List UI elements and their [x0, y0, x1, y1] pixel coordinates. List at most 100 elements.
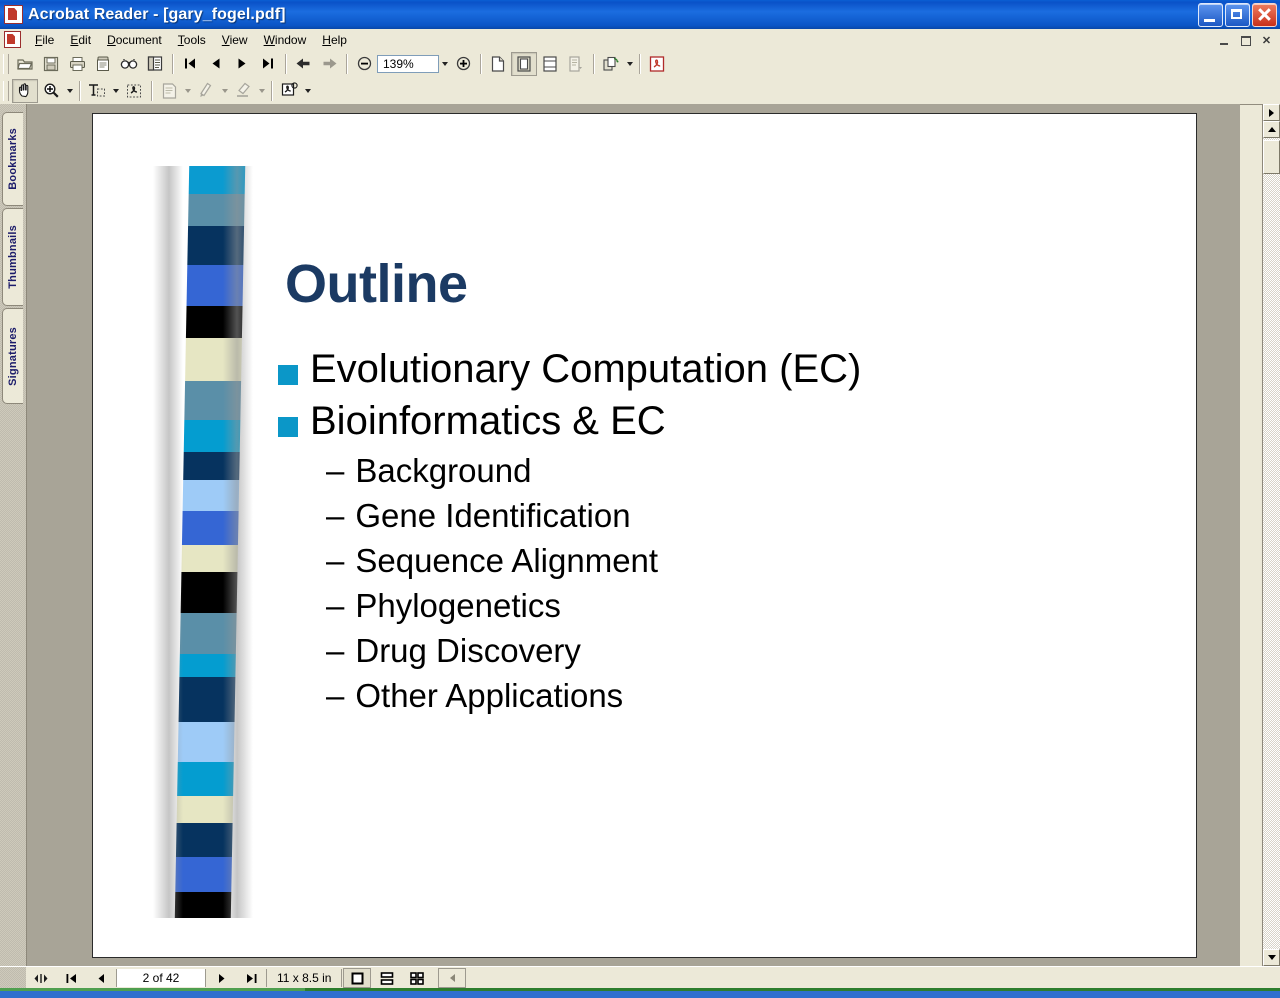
search-icon[interactable] — [116, 52, 142, 76]
continuous-facing-icon[interactable] — [403, 968, 432, 988]
pencil-dropdown-arrow[interactable] — [219, 80, 230, 102]
mdi-close-button[interactable]: ✕ — [1257, 31, 1276, 49]
sub-bullet-text: Phylogenetics — [355, 587, 561, 624]
toolbar-separator — [593, 53, 594, 74]
go-forward-icon[interactable] — [316, 52, 342, 76]
email-icon[interactable] — [90, 52, 116, 76]
zoom-out-icon[interactable] — [351, 52, 377, 76]
menu-view[interactable]: View — [214, 31, 256, 49]
sidebar-tab-thumbnails-label: Thumbnails — [7, 225, 19, 289]
stamp-dropdown-arrow[interactable] — [302, 80, 313, 102]
status-last-page-button[interactable] — [237, 968, 265, 988]
rotate-dropdown-arrow[interactable] — [624, 53, 635, 75]
scrollbar-thumb[interactable] — [1263, 140, 1280, 174]
sidebar-tab-thumbnails[interactable]: Thumbnails — [2, 208, 23, 306]
sidebar-tab-signatures[interactable]: Signatures — [2, 308, 23, 404]
vertical-scrollbar[interactable] — [1262, 104, 1280, 966]
status-previous-page-button[interactable] — [87, 968, 115, 988]
mdi-window-controls: ✕ — [1215, 31, 1276, 49]
toolbar-separator — [151, 80, 152, 101]
sidebar-tab-bookmarks[interactable]: Bookmarks — [2, 112, 23, 206]
note-tool-icon[interactable] — [156, 79, 182, 103]
zoom-in-icon[interactable] — [450, 52, 476, 76]
toolbar-separator — [346, 53, 347, 74]
menu-edit[interactable]: Edit — [62, 31, 99, 49]
maximize-restore-button[interactable] — [1225, 3, 1250, 27]
scroll-up-button[interactable] — [1263, 121, 1280, 138]
title-bar: Acrobat Reader - [gary_fogel.pdf] — [0, 0, 1280, 29]
tools-toolbar — [0, 77, 1280, 105]
continuous-icon[interactable] — [373, 968, 402, 988]
minimize-button[interactable] — [1198, 3, 1223, 27]
print-icon[interactable] — [64, 52, 90, 76]
mdi-restore-button[interactable] — [1236, 31, 1255, 49]
text-select-icon[interactable] — [84, 79, 110, 103]
previous-page-icon[interactable] — [203, 52, 229, 76]
scroll-right-button[interactable] — [1263, 104, 1280, 121]
first-page-icon[interactable] — [177, 52, 203, 76]
hand-tool-icon[interactable] — [12, 78, 38, 103]
document-icon[interactable] — [4, 31, 21, 48]
sub-bullet-text: Sequence Alignment — [355, 542, 659, 579]
highlight-dropdown-arrow[interactable] — [256, 80, 267, 102]
toolbar-separator — [285, 53, 286, 74]
note-dropdown-arrow[interactable] — [182, 80, 193, 102]
open-icon[interactable] — [12, 52, 38, 76]
list-item: – Sequence Alignment — [326, 542, 1158, 580]
window-title: Acrobat Reader - [gary_fogel.pdf] — [28, 5, 286, 23]
single-page-icon[interactable] — [343, 968, 372, 988]
stamp-tool-icon[interactable] — [276, 79, 302, 103]
mdi-minimize-button[interactable] — [1215, 31, 1234, 49]
next-page-icon[interactable] — [229, 52, 255, 76]
save-icon[interactable] — [38, 52, 64, 76]
menu-window[interactable]: Window — [256, 31, 315, 49]
go-back-icon[interactable] — [290, 52, 316, 76]
split-pane-toggle-button[interactable] — [27, 968, 55, 988]
toolbar-separator — [172, 53, 173, 74]
show-hide-navpane-icon[interactable] — [142, 52, 168, 76]
taskbar-start-segment — [0, 988, 305, 991]
acrobat-reader-window: Acrobat Reader - [gary_fogel.pdf] File E… — [0, 0, 1280, 998]
chevron-down-icon — [1267, 955, 1276, 960]
zoom-dropdown-arrow[interactable] — [439, 53, 450, 75]
page-number-field[interactable]: 2 of 42 — [116, 969, 206, 987]
highlight-tool-icon[interactable] — [230, 79, 256, 103]
navigation-pane-rail: Bookmarks Thumbnails Signatures — [0, 104, 27, 966]
zoom-level-input[interactable]: 139% — [377, 54, 439, 73]
dash-bullet-icon: – — [326, 632, 345, 669]
reflow-icon[interactable] — [563, 52, 589, 76]
acrobat-icon — [4, 5, 23, 24]
fit-width-icon[interactable] — [537, 52, 563, 76]
rotate-view-icon[interactable] — [598, 52, 624, 76]
actual-size-icon[interactable] — [485, 52, 511, 76]
page-title: Outline — [285, 254, 468, 314]
scroll-down-button[interactable] — [1263, 949, 1280, 966]
status-first-page-button[interactable] — [57, 968, 85, 988]
window-controls — [1198, 3, 1277, 27]
toolbar-grip[interactable] — [3, 80, 9, 101]
dash-bullet-icon: – — [326, 452, 345, 489]
zoom-tool-dropdown-arrow[interactable] — [64, 80, 75, 102]
menu-tools[interactable]: Tools — [170, 31, 214, 49]
status-scroll-left-button[interactable] — [438, 968, 467, 988]
status-next-page-button[interactable] — [207, 968, 235, 988]
menu-file[interactable]: File — [27, 31, 62, 49]
snapshot-icon[interactable] — [121, 79, 147, 103]
close-button[interactable] — [1252, 3, 1277, 27]
toolbar-grip[interactable] — [3, 53, 9, 74]
zoom-tool-icon[interactable] — [38, 79, 64, 103]
menu-bar: File Edit Document Tools View Window Hel… — [0, 29, 1280, 51]
list-item: – Phylogenetics — [326, 587, 1158, 625]
chevron-right-icon — [1269, 108, 1274, 117]
document-view[interactable]: Outline Evolutionary Computation (EC) Bi… — [27, 104, 1240, 966]
list-item: Bioinformatics & EC — [278, 400, 1158, 442]
acrobat-online-icon[interactable] — [644, 52, 670, 76]
fit-page-icon[interactable] — [511, 51, 537, 76]
list-item: – Background — [326, 452, 1158, 490]
menu-help[interactable]: Help — [314, 31, 355, 49]
last-page-icon[interactable] — [255, 52, 281, 76]
toolbar-separator — [79, 80, 80, 101]
text-select-dropdown-arrow[interactable] — [110, 80, 121, 102]
pencil-tool-icon[interactable] — [193, 79, 219, 103]
menu-document[interactable]: Document — [99, 31, 170, 49]
